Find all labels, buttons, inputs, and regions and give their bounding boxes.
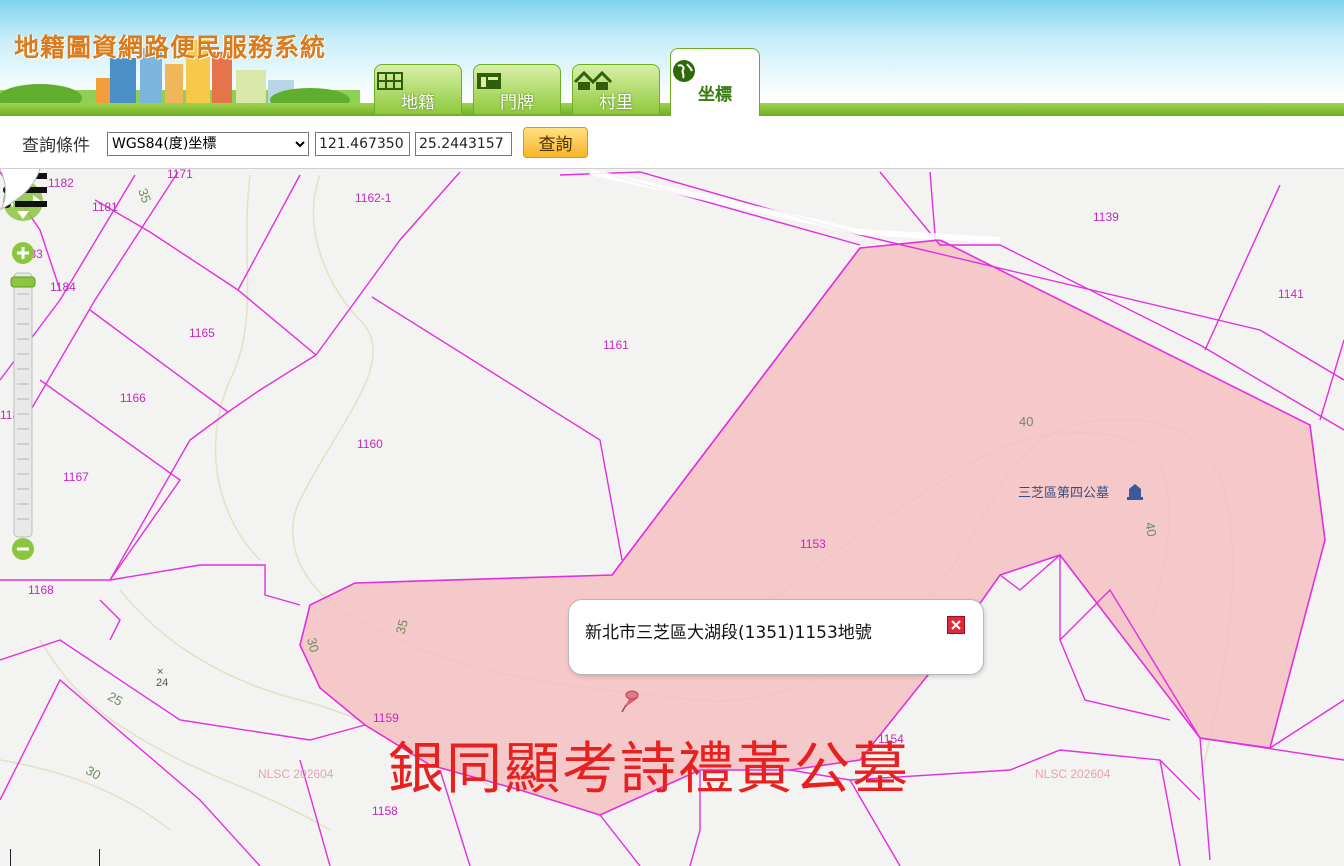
parcel-label: 1165 bbox=[189, 326, 215, 340]
app-header: 地籍圖資網路便民服務系統 地籍 門牌 村里 坐標 bbox=[0, 0, 1344, 116]
parcel-label: 1171 bbox=[167, 169, 193, 181]
house-number-icon bbox=[477, 73, 501, 89]
popup-parcel-address: 新北市三芝區大湖段(1351)1153地號 bbox=[585, 623, 872, 643]
tab-village[interactable]: 村里 bbox=[572, 64, 660, 114]
spot-height-marker: × 24 bbox=[156, 666, 168, 689]
query-label: 查詢條件 bbox=[22, 136, 90, 156]
spot-height-label: 24 bbox=[156, 677, 168, 689]
map-scale-bar bbox=[10, 849, 100, 866]
tab-house-number[interactable]: 門牌 bbox=[473, 64, 561, 114]
close-icon[interactable] bbox=[947, 616, 965, 634]
parcel-label: 1161 bbox=[603, 338, 629, 352]
parcel-label: 1182 bbox=[48, 176, 74, 190]
parcel-info-popup: 新北市三芝區大湖段(1351)1153地號 bbox=[568, 599, 984, 675]
overlay-caption: 銀同顯考詩禮黃公墓 bbox=[388, 737, 910, 802]
contour-label: 30 bbox=[83, 763, 103, 783]
map-canvas[interactable]: 1182 1171 1162-1 1181 1139 1183 1184 114… bbox=[0, 169, 1344, 866]
zoom-slider-track[interactable] bbox=[13, 272, 33, 538]
zoom-control bbox=[3, 181, 43, 560]
map-watermark: NLSC 202604 bbox=[258, 767, 334, 781]
landmark-label: 三芝區第四公墓 bbox=[1018, 485, 1109, 500]
query-button[interactable]: 查詢 bbox=[523, 127, 588, 158]
parcel-label: 1153 bbox=[800, 537, 826, 551]
zoom-in-button[interactable] bbox=[12, 242, 34, 264]
zoom-out-button[interactable] bbox=[12, 538, 34, 560]
contour-label: 40 bbox=[1019, 414, 1033, 429]
parcel-label: 1166 bbox=[120, 391, 146, 405]
tab-label: 門牌 bbox=[500, 93, 534, 113]
contour-label: 35 bbox=[135, 186, 154, 205]
parcel-label: 1141 bbox=[1278, 287, 1304, 301]
tab-label: 坐標 bbox=[698, 85, 732, 105]
longitude-input[interactable] bbox=[315, 132, 410, 156]
parcel-label: 1159 bbox=[373, 711, 399, 725]
parcel-label: 1184 bbox=[50, 280, 76, 294]
road bbox=[589, 169, 1001, 243]
parcel-label: 1181 bbox=[92, 200, 118, 214]
app-title: 地籍圖資網路便民服務系統 bbox=[14, 33, 327, 62]
parcel-label: 1162-1 bbox=[355, 191, 392, 205]
map-icon bbox=[377, 72, 403, 90]
parcel-label: 1167 bbox=[63, 470, 89, 484]
coordinate-system-select[interactable]: WGS84(度)坐標 bbox=[107, 132, 309, 156]
contour-label: 25 bbox=[105, 689, 125, 709]
parcel-label: 1168 bbox=[28, 583, 54, 597]
tab-cadastre[interactable]: 地籍 bbox=[374, 64, 462, 114]
tab-label: 地籍 bbox=[401, 93, 435, 113]
parcel-label: 1158 bbox=[372, 804, 398, 818]
parcel-label: 1139 bbox=[1093, 210, 1119, 224]
map-watermark: NLSC 202604 bbox=[1035, 767, 1111, 781]
contour-label: 40 bbox=[1142, 521, 1159, 538]
tab-coordinate[interactable]: 坐標 bbox=[670, 48, 760, 116]
tab-label: 村里 bbox=[599, 93, 633, 113]
globe-icon bbox=[673, 60, 695, 82]
parcel-label: 1160 bbox=[357, 437, 383, 451]
query-toolbar: 查詢條件 WGS84(度)坐標 查詢 bbox=[0, 116, 1344, 169]
latitude-input[interactable] bbox=[415, 132, 512, 156]
zoom-slider-handle[interactable] bbox=[10, 276, 36, 288]
popup-pointer bbox=[0, 169, 41, 211]
village-icon bbox=[573, 70, 613, 90]
